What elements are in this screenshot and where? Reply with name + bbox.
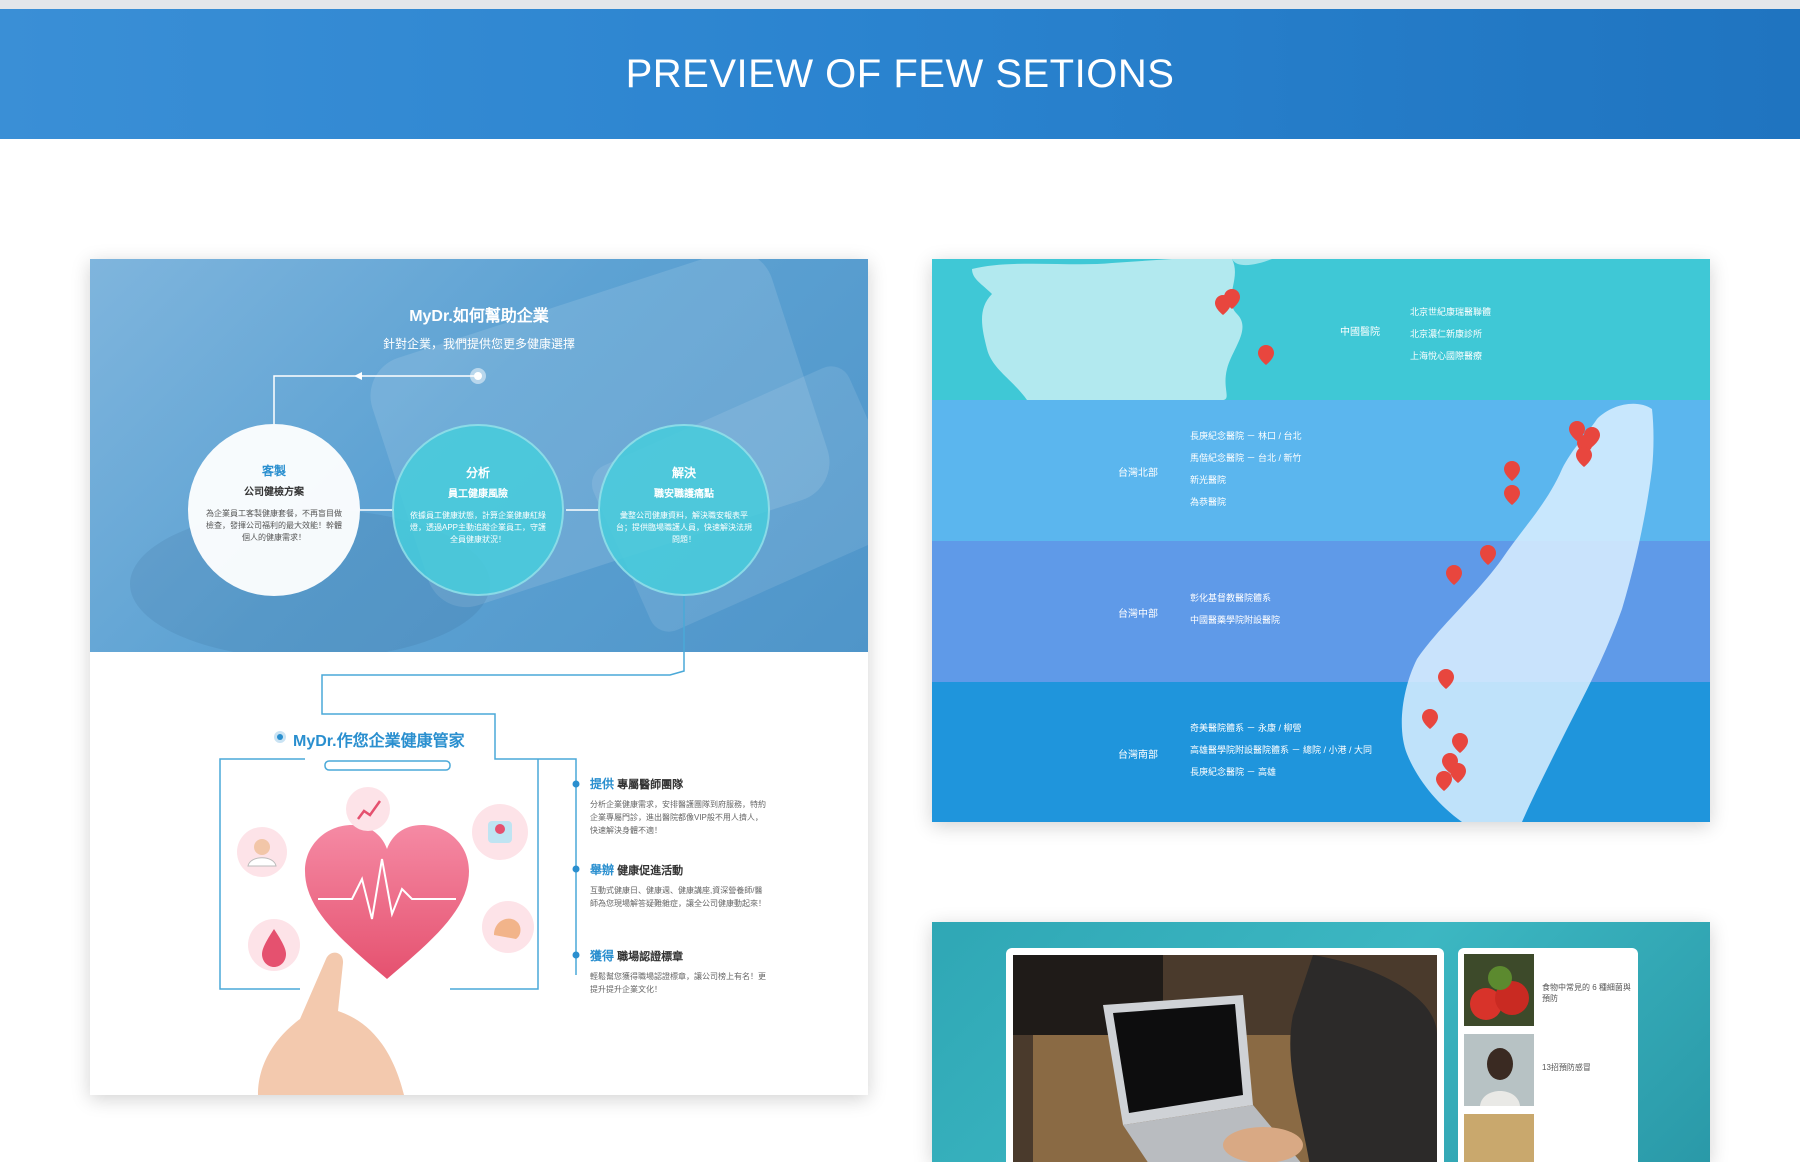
- hospital-name: 新光醫院: [1190, 475, 1227, 485]
- top-strip: [0, 0, 1800, 9]
- hospital-list-north: 長庚紀念醫院 － 林口 / 台北 馬偕紀念醫院 － 台北 / 新竹 新光醫院 為…: [1190, 425, 1302, 513]
- hospital-name: 馬偕紀念醫院 － 台北 / 新竹: [1190, 453, 1302, 463]
- service-item-doctors: 提供 專屬醫師團隊 分析企業健康需求，安排醫護團隊到府服務，特約企業專屬門診，進…: [590, 775, 770, 837]
- region-label-south: 台灣南部: [1118, 750, 1158, 761]
- hospital-name: 奇美醫院體系 － 永康 / 柳營: [1190, 723, 1302, 733]
- region-label-central: 台灣中部: [1118, 609, 1158, 620]
- featured-article-photo: [1013, 955, 1437, 1162]
- hospital-name: 為恭醫院: [1190, 497, 1227, 507]
- service-title: 職場認證標章: [617, 951, 684, 963]
- hospital-list-china: 北京世紀康瑞醫聯體 北京濃仁新康診所 上海悅心國際醫療: [1410, 301, 1491, 367]
- hospital-list-central: 彰化基督教醫院體系 中國醫藥學院附設醫院: [1190, 587, 1280, 631]
- hospital-list-south: 奇美醫院體系 － 永康 / 柳營 高雄醫學院附設醫院體系 － 總院 / 小港 /…: [1190, 717, 1372, 783]
- service-description: 互動式健康日、健康週、健康講座,資深營養師/醫師為您現場解答疑難雜症，讓全公司健…: [590, 886, 766, 908]
- tomato-thumbnail: [1464, 954, 1534, 1026]
- service-highlight: 舉辦: [590, 863, 615, 877]
- service-item-certification: 獲得 職場認證標章 輕鬆幫您獲得職場認證標章，讓公司榜上有名！更提升提升企業文化…: [590, 947, 770, 996]
- china-map-shape: [972, 259, 1243, 400]
- service-title: 專屬醫師團隊: [617, 779, 684, 791]
- article-title: 食物中常見的 6 種細菌與預防: [1542, 983, 1631, 1003]
- article-thumbnail: [1464, 1114, 1534, 1162]
- hospital-name: 中國醫藥學院附設醫院: [1190, 615, 1281, 625]
- article-sidebar: 食物中常見的 6 種細菌與預防 13招預防感冒: [1458, 948, 1638, 1162]
- service-item-activities: 舉辦 健康促進活動 互動式健康日、健康週、健康講座,資深營養師/醫師為您現場解答…: [590, 861, 770, 910]
- service-description: 分析企業健康需求，安排醫護團隊到府服務，特約企業專屬門診，進出醫院都像VIP般不…: [590, 800, 766, 835]
- preview-card-hospitals[interactable]: 中國醫院 北京世紀康瑞醫聯體 北京濃仁新康診所 上海悅心國際醫療 台灣北部 長庚…: [932, 259, 1710, 822]
- hospital-name: 彰化基督教醫院體系: [1190, 593, 1272, 603]
- preview-card-business[interactable]: MyDr.如何幫助企業 針對企業，我們提供您更多健康選擇 客製 公司健檢方案 為…: [90, 259, 868, 1095]
- article-list-item[interactable]: [1464, 1114, 1632, 1162]
- region-label-china: 中國醫院: [1340, 327, 1380, 338]
- chart-icon: [346, 787, 390, 831]
- hospital-name: 長庚紀念醫院 － 林口 / 台北: [1190, 431, 1302, 441]
- service-highlight: 提供: [590, 777, 615, 791]
- preview-card-articles[interactable]: 食物中常見的 6 種細菌與預防 13招預防感冒: [932, 922, 1710, 1162]
- service-description: 輕鬆幫您獲得職場認證標章，讓公司榜上有名！更提升提升企業文化！: [590, 972, 766, 994]
- woman-thumbnail: [1464, 1034, 1534, 1106]
- region-label-north: 台灣北部: [1118, 468, 1158, 479]
- featured-article[interactable]: [1006, 948, 1444, 1162]
- service-highlight: 獲得: [590, 949, 615, 963]
- hospital-name: 北京濃仁新康診所: [1410, 329, 1483, 339]
- article-title: 13招預防感冒: [1542, 1063, 1591, 1072]
- hospital-name: 北京世紀康瑞醫聯體: [1410, 307, 1492, 317]
- article-list-item[interactable]: 13招預防感冒: [1464, 1034, 1632, 1106]
- laptop-photo: [1013, 955, 1437, 1162]
- hospital-name: 長庚紀念醫院 － 高雄: [1190, 767, 1277, 777]
- page-title: PREVIEW OF FEW SETIONS: [625, 51, 1175, 96]
- header-banner: PREVIEW OF FEW SETIONS: [0, 9, 1800, 139]
- hospital-name: 上海悅心國際醫療: [1410, 351, 1483, 361]
- taiwan-map-shape: [1401, 403, 1654, 822]
- hospital-name: 高雄醫學院附設醫院體系 － 總院 / 小港 / 大同: [1190, 745, 1373, 755]
- article-list-item[interactable]: 食物中常見的 6 種細菌與預防: [1464, 954, 1632, 1026]
- service-title: 健康促進活動: [617, 865, 684, 877]
